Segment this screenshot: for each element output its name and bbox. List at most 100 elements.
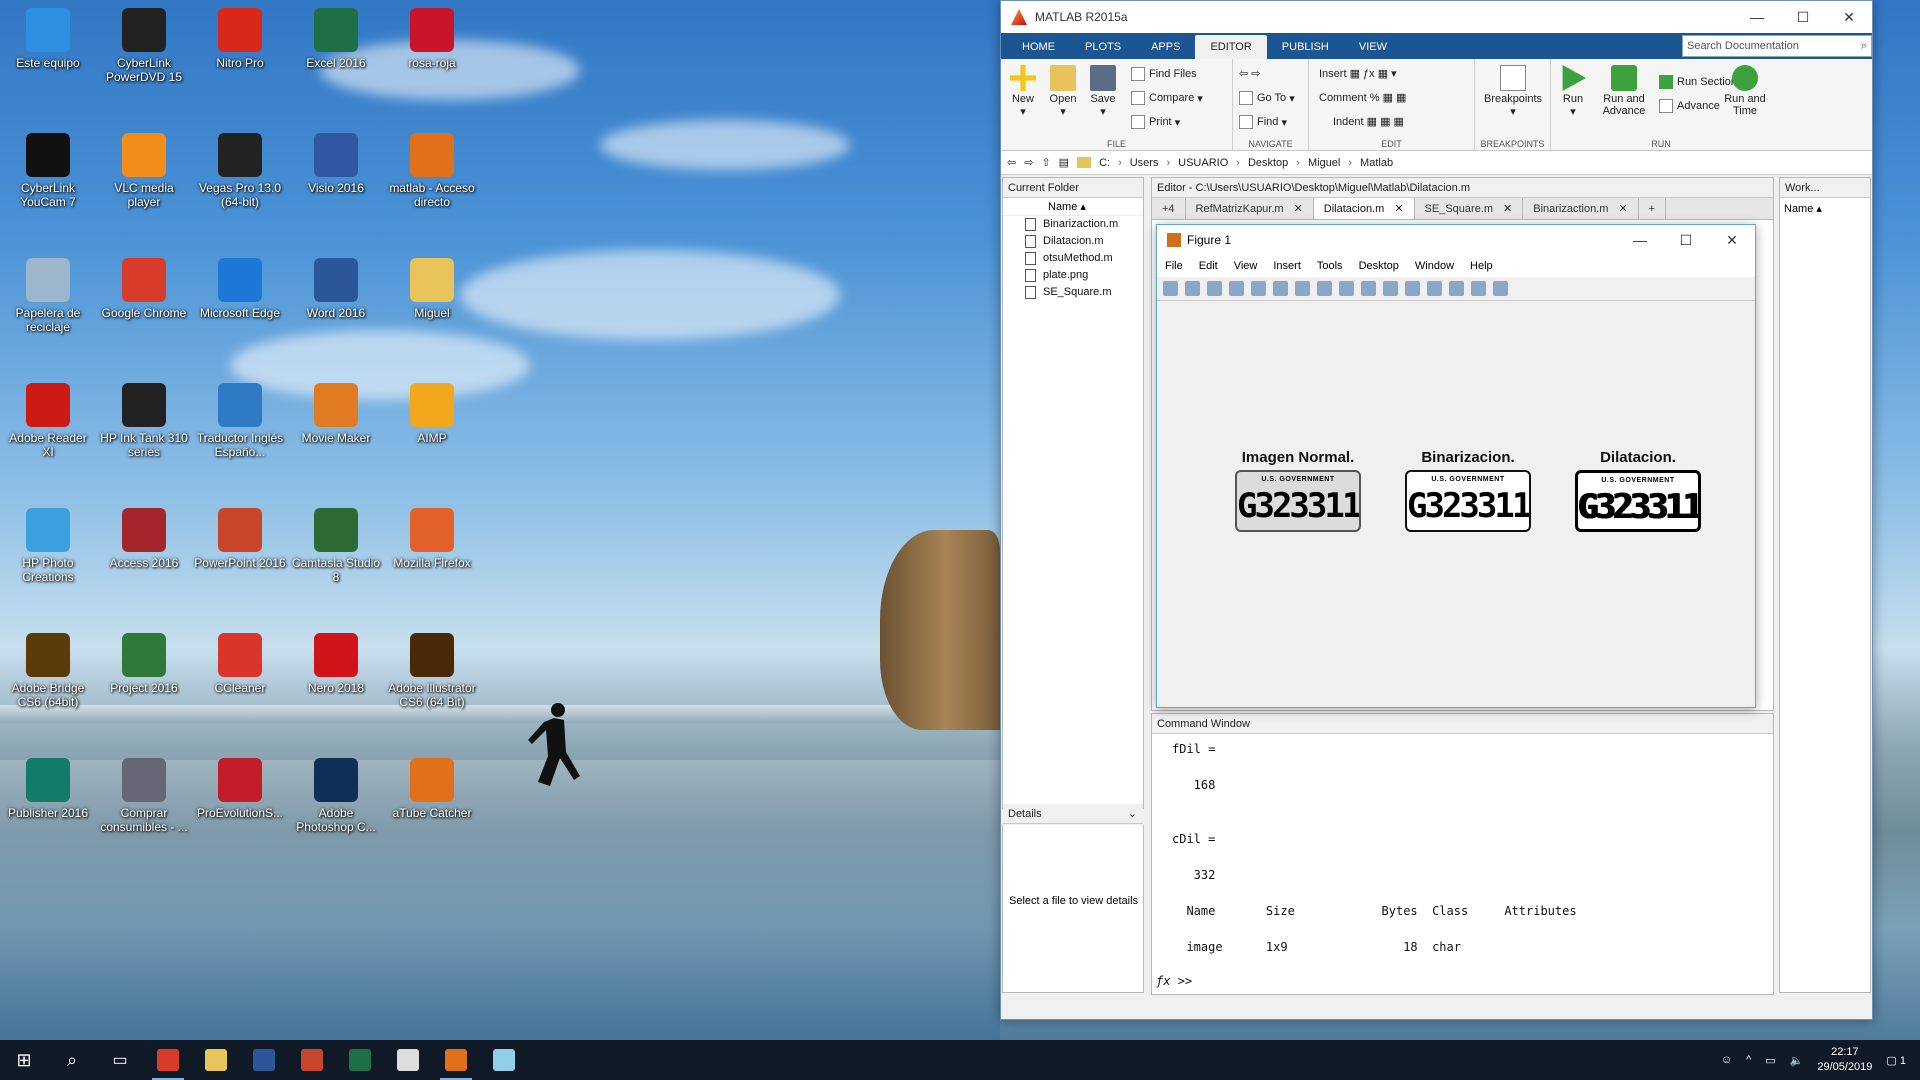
open-icon[interactable] xyxy=(1185,281,1200,296)
taskbar-word[interactable] xyxy=(240,1040,288,1080)
file-item[interactable]: plate.png xyxy=(1003,267,1143,284)
browse-icon[interactable]: ▤ xyxy=(1059,156,1069,169)
desktop-icon[interactable]: Publisher 2016 xyxy=(0,752,96,852)
find-button[interactable]: Find ▾ xyxy=(1239,115,1287,129)
breakpoints-button[interactable]: Breakpoints ▾ xyxy=(1479,59,1547,118)
desktop-icon[interactable]: Papelera de reciclaje xyxy=(0,252,96,352)
desktop-icon[interactable]: CyberLink YouCam 7 xyxy=(0,127,96,227)
desktop-icon[interactable]: Camtasia Studio 8 xyxy=(288,502,384,602)
save-icon[interactable] xyxy=(1207,281,1222,296)
tab-apps[interactable]: APPS xyxy=(1136,35,1195,59)
dock-icon[interactable] xyxy=(1493,281,1508,296)
workspace-col-name[interactable]: Name ▴ xyxy=(1780,198,1870,219)
file-item[interactable]: Binarizaction.m xyxy=(1003,216,1143,233)
figure-menu-desktop[interactable]: Desktop xyxy=(1359,260,1399,272)
desktop-icon[interactable]: Traductor Inglés Españo... xyxy=(192,377,288,477)
chevron-up-icon[interactable]: ^ xyxy=(1746,1054,1751,1066)
desktop-icon[interactable]: Nitro Pro xyxy=(192,2,288,102)
start-button[interactable]: ⊞ xyxy=(0,1040,48,1080)
search-button[interactable]: ⌕ xyxy=(48,1040,96,1080)
minimize-button[interactable]: — xyxy=(1734,1,1780,33)
desktop-icon[interactable]: Movie Maker xyxy=(288,377,384,477)
clock[interactable]: 22:17 29/05/2019 xyxy=(1817,1045,1872,1075)
desktop-icon[interactable]: HP Photo Creations xyxy=(0,502,96,602)
matlab-titlebar[interactable]: MATLAB R2015a — ☐ ✕ xyxy=(1001,1,1872,33)
desktop-icon[interactable]: CCleaner xyxy=(192,627,288,727)
editor-tab[interactable]: SE_Square.m ✕ xyxy=(1415,198,1524,219)
file-item[interactable]: otsuMethod.m xyxy=(1003,250,1143,267)
rotate-icon[interactable] xyxy=(1339,281,1354,296)
close-tab-icon[interactable]: ✕ xyxy=(1618,198,1627,219)
address-bar[interactable]: ⇦ ⇨ ⇧ ▤ C: › Users › USUARIO › Desktop › Miguel ›… xyxy=(1001,151,1872,175)
pointer-icon[interactable] xyxy=(1251,281,1266,296)
path-segment[interactable]: USUARIO xyxy=(1178,157,1228,169)
zoom-out-icon[interactable] xyxy=(1295,281,1310,296)
desktop-icon[interactable]: Project 2016 xyxy=(96,627,192,727)
task-view-button[interactable]: ▭ xyxy=(96,1040,144,1080)
desktop-icon[interactable]: aTube Catcher xyxy=(384,752,480,852)
desktop-icon[interactable]: matlab - Acceso directo xyxy=(384,127,480,227)
desktop-icon[interactable]: Vegas Pro 13.0 (64-bit) xyxy=(192,127,288,227)
desktop-icon[interactable]: Miguel xyxy=(384,252,480,352)
find-files-button[interactable]: Find Files xyxy=(1131,67,1197,81)
legend-icon[interactable] xyxy=(1449,281,1464,296)
open-button[interactable]: Open ▾ xyxy=(1043,59,1083,118)
insert-button[interactable]: Insert ▦ ƒx ▦ ▾ xyxy=(1319,67,1397,81)
people-icon[interactable]: ☺ xyxy=(1721,1054,1732,1066)
path-segment[interactable]: C: xyxy=(1099,157,1110,169)
indent-button[interactable]: Indent ▦ ▦ ▦ xyxy=(1333,115,1404,129)
desktop-icon[interactable]: VLC media player xyxy=(96,127,192,227)
compare-button[interactable]: Compare ▾ xyxy=(1131,91,1203,105)
back-forward-icon[interactable]: ⇦ ⇨ xyxy=(1239,67,1261,80)
desktop-icon[interactable]: Nero 2018 xyxy=(288,627,384,727)
editor-tab[interactable]: Dilatacion.m ✕ xyxy=(1313,198,1415,219)
editor-tab[interactable]: Binarizaction.m ✕ xyxy=(1523,198,1639,219)
tab-home[interactable]: HOME xyxy=(1007,35,1070,59)
desktop-icon[interactable]: Visio 2016 xyxy=(288,127,384,227)
taskbar-chrome[interactable] xyxy=(144,1040,192,1080)
desktop-icon[interactable]: Adobe Illustrator CS6 (64 Bit) xyxy=(384,627,480,727)
desktop-icon[interactable]: CyberLink PowerDVD 15 xyxy=(96,2,192,102)
desktop-icon[interactable]: Google Chrome xyxy=(96,252,192,352)
brush-icon[interactable] xyxy=(1383,281,1398,296)
desktop-icon[interactable]: Mozilla Firefox xyxy=(384,502,480,602)
path-segment[interactable]: Desktop xyxy=(1248,157,1288,169)
advance-button[interactable]: Advance xyxy=(1659,99,1720,113)
taskbar-photos[interactable] xyxy=(384,1040,432,1080)
close-tab-icon[interactable]: ✕ xyxy=(1503,198,1512,219)
run-button[interactable]: Run ▾ xyxy=(1553,59,1593,118)
desktop-icon[interactable]: Microsoft Edge xyxy=(192,252,288,352)
print-icon[interactable] xyxy=(1229,281,1244,296)
zoom-in-icon[interactable] xyxy=(1273,281,1288,296)
figure-menu-insert[interactable]: Insert xyxy=(1273,260,1301,272)
desktop-icon[interactable]: Adobe Bridge CS6 (64bit) xyxy=(0,627,96,727)
desktop-icon[interactable]: ProEvolutionS... xyxy=(192,752,288,852)
file-item[interactable]: Dilatacion.m xyxy=(1003,233,1143,250)
notifications-icon[interactable]: ▢ 1 xyxy=(1886,1054,1906,1067)
tab-view[interactable]: VIEW xyxy=(1344,35,1402,59)
goto-button[interactable]: Go To ▾ xyxy=(1239,91,1295,105)
figure-menu-edit[interactable]: Edit xyxy=(1199,260,1218,272)
save-button[interactable]: Save ▾ xyxy=(1083,59,1123,118)
tab-plots[interactable]: PLOTS xyxy=(1070,35,1136,59)
tab-publish[interactable]: PUBLISH xyxy=(1267,35,1344,59)
volume-icon[interactable]: 🔈 xyxy=(1790,1054,1804,1067)
taskbar-matlab[interactable] xyxy=(432,1040,480,1080)
figure-canvas[interactable]: Imagen Normal.U.S. GOVERNMENTG3233111Bin… xyxy=(1157,301,1755,707)
taskbar-excel[interactable] xyxy=(336,1040,384,1080)
details-header[interactable]: Details ⌄ xyxy=(1003,804,1143,824)
back-icon[interactable]: ⇦ xyxy=(1007,156,1016,169)
close-button[interactable]: ✕ xyxy=(1826,1,1872,33)
desktop-icon[interactable]: Adobe Reader XI xyxy=(0,377,96,477)
link-icon[interactable] xyxy=(1405,281,1420,296)
path-segment[interactable]: Users xyxy=(1130,157,1159,169)
tab-editor[interactable]: EDITOR xyxy=(1195,35,1267,59)
figure-menu-window[interactable]: Window xyxy=(1415,260,1454,272)
desktop-icon[interactable]: Comprar consumibles - ... xyxy=(96,752,192,852)
desktop-icon[interactable]: Access 2016 xyxy=(96,502,192,602)
network-icon[interactable]: ▭ xyxy=(1765,1054,1775,1067)
figure-menu-tools[interactable]: Tools xyxy=(1317,260,1343,272)
desktop-icon[interactable]: Excel 2016 xyxy=(288,2,384,102)
column-header-name[interactable]: Name ▴ xyxy=(1003,198,1143,216)
taskbar-file-explorer[interactable] xyxy=(192,1040,240,1080)
